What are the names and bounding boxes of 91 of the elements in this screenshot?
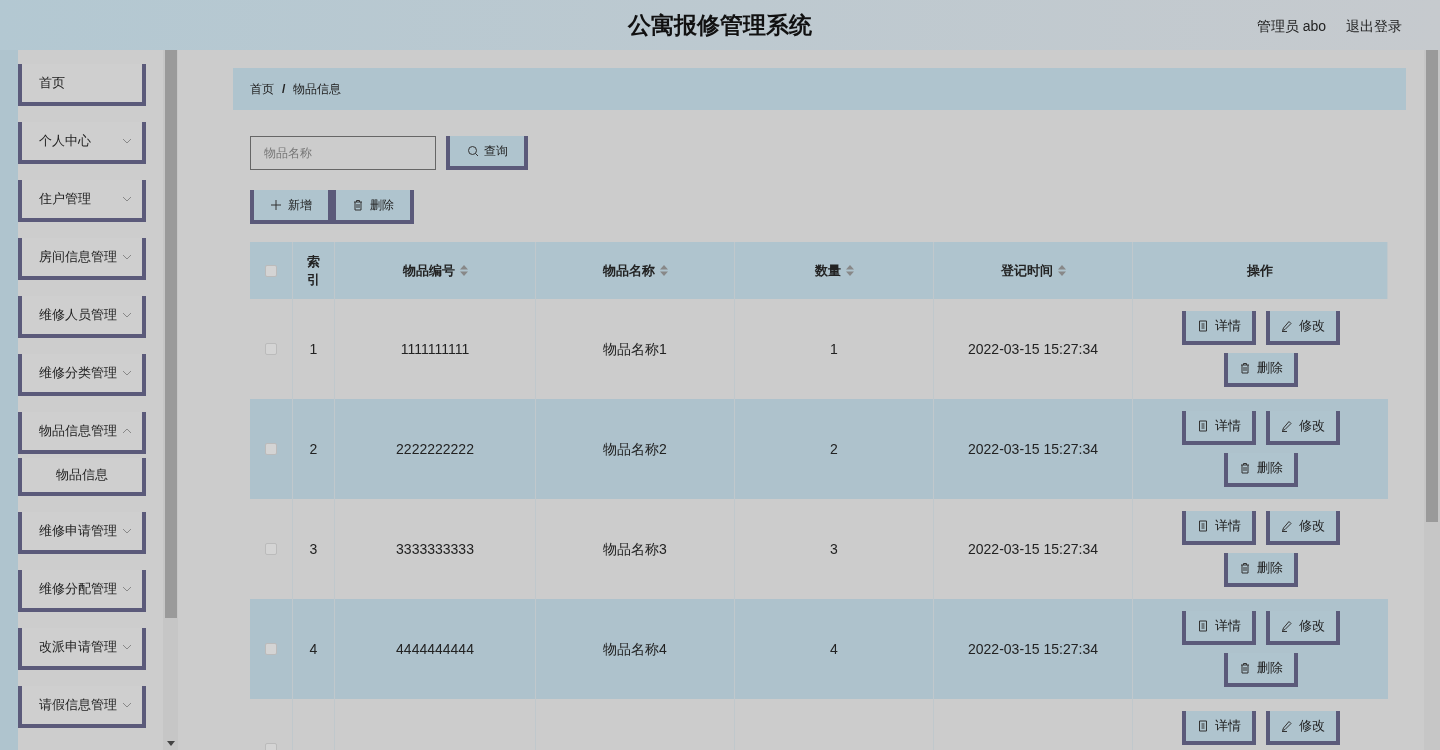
table-cell-text: 2022-03-15 15:27:34 <box>968 339 1098 359</box>
table-cell-text: 3333333333 <box>396 539 474 559</box>
document-icon <box>1196 620 1209 632</box>
column-header: 数量 <box>814 261 841 280</box>
row-action-button[interactable]: 修改 <box>1265 611 1340 645</box>
trash-icon <box>352 199 364 211</box>
sidebar-menu-item[interactable]: 个人中心 <box>18 122 146 164</box>
sidebar-submenu-item[interactable]: 物品信息 <box>18 458 146 496</box>
select-all-checkbox[interactable] <box>265 264 277 277</box>
row-action-button[interactable]: 删除 <box>1223 353 1298 387</box>
sidebar-menu-item[interactable]: 住户管理 <box>18 180 146 222</box>
table-cell-text: 1111111111 <box>400 339 470 359</box>
row-action-button[interactable]: 删除 <box>1223 553 1298 587</box>
pencil-icon <box>1280 420 1293 432</box>
table-cell-text: 3 <box>309 539 318 559</box>
document-icon <box>1196 520 1209 532</box>
table-cell-text: 物品名称1 <box>603 339 667 359</box>
row-action-button[interactable]: 修改 <box>1265 511 1340 545</box>
row-action-button[interactable]: 修改 <box>1265 411 1340 445</box>
document-icon <box>1196 320 1209 332</box>
sort-icon[interactable] <box>659 265 668 276</box>
row-action-button[interactable]: 详情 <box>1181 311 1256 345</box>
table-cell-text: 2022-03-15 15:27:34 <box>968 439 1098 459</box>
table-cell-text: 物品名称3 <box>603 539 667 559</box>
document-icon <box>1196 420 1209 432</box>
column-header: 索引 <box>306 252 321 289</box>
row-checkbox[interactable] <box>265 343 277 355</box>
sidebar-menu-item[interactable]: 房间信息管理 <box>18 238 146 280</box>
sidebar-menu-item[interactable]: 首页 <box>18 64 146 106</box>
row-action-button[interactable]: 详情 <box>1181 411 1256 445</box>
row-checkbox[interactable] <box>265 643 277 655</box>
sidebar-menu-item[interactable]: 请假信息管理 <box>18 686 146 728</box>
table-cell-text: 1 <box>830 339 838 359</box>
sort-icon[interactable] <box>459 265 468 276</box>
pencil-icon <box>1280 620 1293 632</box>
search-icon <box>466 145 479 157</box>
sort-icon[interactable] <box>1057 265 1066 276</box>
table-cell-text: 物品名称2 <box>603 439 667 459</box>
sidebar-menu-item[interactable]: 改派申请管理 <box>18 628 146 670</box>
scroll-down-icon[interactable] <box>166 741 175 746</box>
sidebar-scrollbar[interactable] <box>163 50 178 750</box>
page-scrollbar[interactable] <box>1424 50 1440 750</box>
row-action-button[interactable]: 详情 <box>1181 711 1256 745</box>
table-cell-text: 3 <box>830 539 838 559</box>
table-cell-text: 1 <box>309 339 318 359</box>
document-icon <box>1196 720 1209 732</box>
trash-icon <box>1238 362 1251 374</box>
pencil-icon <box>1280 520 1293 532</box>
breadcrumb-current: 物品信息 <box>293 81 342 98</box>
trash-icon <box>1238 662 1251 674</box>
row-checkbox[interactable] <box>265 543 277 555</box>
table-cell-text: 2 <box>309 439 318 459</box>
trash-icon <box>1238 462 1251 474</box>
app-title: 公寓报修管理系统 <box>628 10 812 40</box>
sort-icon[interactable] <box>845 265 854 276</box>
column-header: 登记时间 <box>1000 261 1053 280</box>
row-action-button[interactable]: 详情 <box>1181 611 1256 645</box>
user-name: 管理员 abo <box>1256 17 1326 36</box>
row-action-button[interactable]: 删除 <box>1223 453 1298 487</box>
row-action-button[interactable]: 修改 <box>1265 311 1340 345</box>
toolbar-button[interactable]: 删除 <box>332 190 414 224</box>
sidebar-menu-item[interactable]: 维修分类管理 <box>18 354 146 396</box>
row-checkbox[interactable] <box>265 443 277 455</box>
toolbar-button[interactable]: 新增 <box>250 190 332 224</box>
row-action-button[interactable]: 修改 <box>1265 711 1340 745</box>
column-header: 物品编号 <box>402 261 455 280</box>
sidebar-menu-item[interactable]: 物品信息管理 <box>18 412 146 454</box>
table-cell-text: 2022-03-15 15:27:34 <box>968 639 1098 659</box>
breadcrumb-link[interactable]: 首页 <box>250 80 274 98</box>
table-cell-text: 4 <box>830 639 838 659</box>
trash-icon <box>1238 562 1251 574</box>
sidebar-menu-item[interactable]: 维修申请管理 <box>18 512 146 554</box>
table-cell-text: 2222222222 <box>396 439 474 459</box>
search-field[interactable]: 物品名称 <box>250 136 436 170</box>
sidebar-menu-item[interactable]: 维修人员管理 <box>18 296 146 338</box>
sidebar-menu-item[interactable]: 维修分配管理 <box>18 570 146 612</box>
table-cell-text: 4 <box>309 639 318 659</box>
pencil-icon <box>1280 720 1293 732</box>
table-cell-text: 物品名称4 <box>603 639 667 659</box>
table-cell-text: 2022-03-15 15:27:34 <box>968 539 1098 559</box>
column-header: 操作 <box>1247 261 1273 280</box>
breadcrumb-separator: / <box>282 81 286 98</box>
table-cell-text: 4444444444 <box>396 639 474 659</box>
row-action-button[interactable]: 详情 <box>1181 511 1256 545</box>
logout-link[interactable]: 退出登录 <box>1346 16 1402 37</box>
column-header: 物品名称 <box>602 261 655 280</box>
pencil-icon <box>1280 320 1293 332</box>
plus-icon <box>270 199 282 211</box>
search-button[interactable]: 查询 <box>446 136 528 170</box>
table-cell-text: 2 <box>830 439 838 459</box>
row-action-button[interactable]: 删除 <box>1223 653 1298 687</box>
